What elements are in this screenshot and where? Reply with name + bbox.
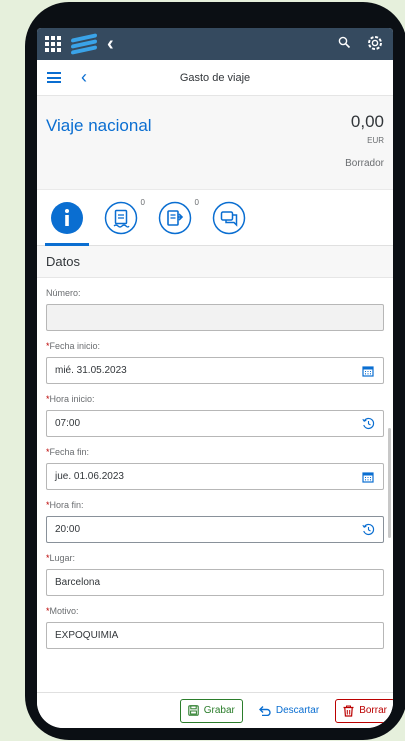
object-title: Viaje nacional bbox=[46, 116, 152, 135]
comments-icon bbox=[212, 201, 246, 234]
grid-icon[interactable] bbox=[45, 36, 61, 52]
section-title: Datos bbox=[37, 246, 393, 278]
status-badge: Borrador bbox=[345, 158, 384, 169]
receipt-icon bbox=[104, 201, 138, 234]
motivo-label: *Motivo: bbox=[46, 606, 79, 616]
fecha-fin-label: *Fecha fin: bbox=[46, 447, 90, 457]
fecha-inicio-label: *Fecha inicio: bbox=[46, 341, 101, 351]
calendar-icon[interactable] bbox=[361, 470, 375, 484]
fecha-inicio-field[interactable]: mié. 31.05.2023 bbox=[46, 357, 384, 384]
travel-form: Número: *Fecha inicio: mié. 31.05.2023 *… bbox=[37, 288, 393, 649]
hora-fin-field[interactable]: 20:00 bbox=[46, 516, 384, 543]
calendar-icon[interactable] bbox=[361, 364, 375, 378]
menu-icon[interactable] bbox=[47, 72, 61, 83]
hora-inicio-label: *Hora inicio: bbox=[46, 394, 95, 404]
shell-bar: ‹ bbox=[37, 28, 393, 60]
tab-per-diem[interactable]: 0 bbox=[157, 198, 199, 236]
motivo-field[interactable]: EXPOQUIMIA bbox=[46, 622, 384, 649]
chevron-left-icon[interactable]: ‹ bbox=[81, 67, 87, 88]
fecha-fin-field[interactable]: jue. 01.06.2023 bbox=[46, 463, 384, 490]
icon-tab-bar: 0 0 bbox=[37, 190, 393, 246]
clock-icon[interactable] bbox=[361, 417, 375, 431]
tab-comments[interactable] bbox=[211, 200, 247, 236]
back-icon[interactable]: ‹ bbox=[107, 34, 114, 54]
trash-icon bbox=[343, 705, 354, 717]
numero-label: Número: bbox=[46, 288, 81, 298]
save-button[interactable]: Grabar bbox=[179, 698, 243, 723]
tab-info[interactable] bbox=[45, 200, 89, 246]
scrollbar[interactable] bbox=[388, 428, 391, 538]
save-icon bbox=[187, 705, 199, 716]
app-screen: ‹ ‹ Gasto de viaje Viaje nacional 0,00 E… bbox=[37, 28, 393, 728]
hora-inicio-field[interactable]: 07:00 bbox=[46, 410, 384, 437]
settings-icon[interactable] bbox=[365, 33, 385, 56]
numero-field bbox=[46, 304, 384, 331]
per-diem-icon bbox=[158, 201, 192, 234]
page-header: ‹ Gasto de viaje bbox=[37, 60, 393, 96]
info-icon bbox=[51, 201, 83, 234]
footer-toolbar: Grabar Descartar Borrar bbox=[37, 692, 393, 728]
discard-button[interactable]: Descartar bbox=[250, 698, 328, 723]
search-icon[interactable] bbox=[338, 36, 351, 52]
tab-receipts[interactable]: 0 bbox=[103, 198, 145, 236]
lugar-field[interactable]: Barcelona bbox=[46, 569, 384, 596]
delete-button[interactable]: Borrar bbox=[335, 698, 393, 723]
object-header: Viaje nacional 0,00 EUR Borrador bbox=[37, 96, 393, 190]
lugar-label: *Lugar: bbox=[46, 553, 76, 563]
hora-fin-label: *Hora fin: bbox=[46, 500, 84, 510]
page-title: Gasto de viaje bbox=[179, 71, 251, 84]
sap-logo bbox=[71, 33, 97, 55]
undo-icon bbox=[258, 706, 271, 716]
object-currency: EUR bbox=[367, 136, 384, 145]
clock-icon[interactable] bbox=[361, 523, 375, 537]
object-amount: 0,00 bbox=[350, 112, 384, 131]
